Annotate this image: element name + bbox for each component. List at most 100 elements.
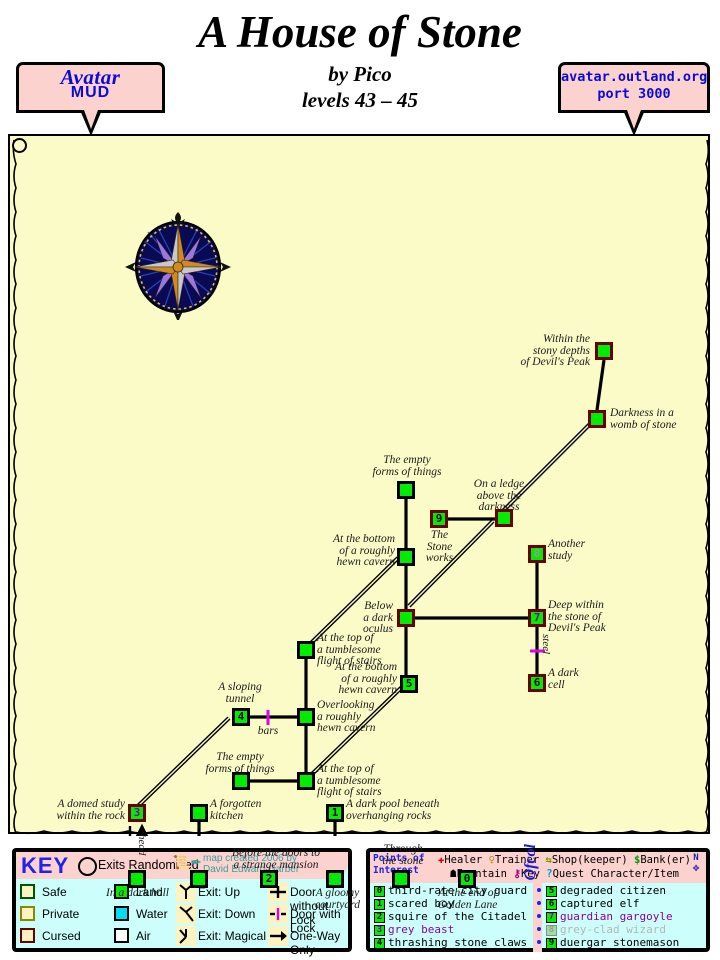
key-swatch-water bbox=[114, 906, 129, 921]
room-node-n_empty_forms_upper[interactable] bbox=[397, 481, 415, 499]
exit-magical-icon bbox=[176, 926, 196, 946]
poi-icon-row-1: ✚Healer ♀Trainer ⇆Shop(keeper) $Bank(er) bbox=[438, 854, 691, 866]
exits-randomized-marker-icon bbox=[12, 138, 27, 153]
room-label-n_dark_pool: A dark pool beneath overhanging rocks bbox=[346, 798, 440, 822]
room-node-number: 4 bbox=[237, 710, 245, 723]
avatar-mud-banner: Avatar MUD bbox=[16, 62, 165, 136]
key-swatch-air bbox=[114, 928, 129, 943]
room-label-n_bottom_roughly_upper: At the bottom of a roughly hewn cavern bbox=[333, 533, 395, 568]
room-label-n_overlooking: Overlooking a roughly hewn cavern bbox=[317, 699, 376, 734]
room-label-n_gloomy_courtyard: A gloomy courtyard bbox=[315, 887, 360, 911]
poi-right-column: 5 degraded citizen 6 captured elf 7 guardian … bbox=[546, 884, 702, 949]
compass-rose-icon bbox=[125, 212, 231, 320]
poi-text-4: thrashing stone claws bbox=[388, 936, 528, 949]
room-node-n_deep_within[interactable]: 7 bbox=[528, 609, 546, 627]
poi-badge-2: 2 bbox=[374, 911, 385, 923]
server-address-banner: avatar.outland.org port 3000 bbox=[558, 62, 710, 136]
room-label-n_bottom_roughly_lower: At the bottom of a roughly hewn cavern bbox=[335, 661, 397, 696]
poi-badge-4: 4 bbox=[374, 937, 385, 949]
room-node-n_through_stone[interactable] bbox=[392, 870, 410, 888]
key-swatch-private bbox=[20, 906, 35, 921]
room-label-n_another_study: Another study bbox=[548, 538, 586, 562]
room-node-n_another_study[interactable]: 8 bbox=[528, 545, 546, 563]
room-label-n_dark_cell: A dark cell bbox=[548, 667, 579, 691]
room-node-n_golden_lane[interactable]: 0 bbox=[458, 870, 476, 888]
poi-text-8: grey-clad wizard bbox=[560, 923, 666, 936]
poi-entry-7: 7 guardian gargoyle bbox=[546, 910, 702, 923]
poi-entry-3: 3 grey beast bbox=[374, 923, 532, 936]
room-node-n_sloping_tunnel[interactable]: 4 bbox=[232, 708, 250, 726]
room-node-n_bottom_roughly_lower[interactable]: 5 bbox=[400, 675, 418, 693]
poi-text-2: squire of the Citadel bbox=[388, 910, 528, 923]
room-node-number: 7 bbox=[533, 611, 541, 624]
door-with-lock-icon bbox=[268, 904, 288, 924]
poi-entry-5: 5 degraded citizen bbox=[546, 884, 702, 897]
room-node-number: 1 bbox=[331, 806, 339, 819]
poi-icon-label-bank-er-: Bank(er) bbox=[640, 854, 691, 866]
page-title: A House of Stone bbox=[198, 7, 522, 57]
north-indicator-icon: N ✥ bbox=[692, 853, 700, 874]
room-node-n_2[interactable]: 2 bbox=[260, 870, 278, 888]
poi-entry-4: 4 thrashing stone claws bbox=[374, 936, 532, 949]
room-node-n_dark_hall[interactable] bbox=[128, 870, 146, 888]
poi-entry-9: 9 duergar stonemason bbox=[546, 936, 702, 949]
key-label-cursed: Cursed bbox=[42, 929, 81, 943]
room-node-n_forgotten_kitchen[interactable] bbox=[190, 804, 208, 822]
poi-icon-label-shop-keeper-: Shop(keeper) bbox=[551, 854, 635, 866]
poi-text-3: grey beast bbox=[388, 923, 455, 936]
key-label-exit-magical: Exit: Magical bbox=[198, 929, 267, 943]
exit-down-icon bbox=[176, 904, 196, 924]
room-label-n_through_stone: Through the stone bbox=[382, 843, 424, 867]
room-label-n_dark_oculus: Below a dark oculus bbox=[362, 600, 393, 635]
room-label-n_golden_lane: At the end of Golden Lane bbox=[437, 887, 498, 911]
room-node-number: 5 bbox=[405, 677, 413, 690]
room-label-n_ledge: On a ledge above the darkness bbox=[473, 478, 525, 513]
oneway-label-head: head bbox=[136, 834, 148, 856]
key-label-exit-down: Exit: Down bbox=[198, 907, 256, 921]
room-node-n_dark_cell[interactable]: 6 bbox=[528, 674, 546, 692]
room-node-n_top_tumblesome_upper[interactable] bbox=[297, 641, 315, 659]
room-label-n_top_tumblesome_lower: At the top of a tumblesome flight of sta… bbox=[317, 763, 382, 798]
poi-icon-row-2: ☗Fountain ⚷Key ?Quest Character/Item bbox=[450, 868, 679, 880]
room-label-n_doors_mansion: Before the doors to a strange mansion bbox=[231, 847, 321, 871]
room-node-number: 3 bbox=[133, 806, 141, 819]
room-node-n_stony_depths[interactable] bbox=[595, 342, 613, 360]
room-label-n_empty_forms_upper: The empty forms of things bbox=[372, 454, 442, 478]
room-node-n_gloomy_courtyard[interactable] bbox=[326, 870, 344, 888]
server-port: port 3000 bbox=[597, 85, 671, 102]
room-node-n_stone_works[interactable]: 9 bbox=[430, 510, 448, 528]
external-area-label-ofcol: Ofcol bbox=[522, 844, 539, 881]
poi-bullet-dot bbox=[537, 901, 541, 905]
map-canvas[interactable]: Within the stony depths of Devil's Peak D… bbox=[8, 134, 710, 910]
poi-badge-5: 5 bbox=[546, 885, 557, 897]
key-label-water: Water bbox=[136, 907, 168, 921]
room-node-number: 6 bbox=[533, 676, 541, 689]
poi-bullet-dot bbox=[537, 940, 541, 944]
poi-icon-label-quest-character-item: Quest Character/Item bbox=[552, 868, 679, 880]
poi-icon-key: ⚷ bbox=[513, 868, 521, 880]
room-label-n_empty_forms_lower: The empty forms of things bbox=[205, 751, 275, 775]
mud-word: MUD bbox=[70, 84, 111, 102]
room-node-n_domed_study[interactable]: 3 bbox=[128, 804, 146, 822]
room-label-n_womb: Darkness in a womb of stone bbox=[610, 407, 677, 431]
poi-text-7: guardian gargoyle bbox=[560, 910, 673, 923]
room-label-n_deep_within: Deep within the stone of Devil's Peak bbox=[548, 599, 606, 634]
poi-entry-2: 2 squire of the Citadel bbox=[374, 910, 532, 923]
poi-bullet-dot bbox=[537, 927, 541, 931]
room-node-n_dark_pool[interactable]: 1 bbox=[326, 804, 344, 822]
key-swatch-safe bbox=[20, 884, 35, 899]
room-node-n_overlooking[interactable] bbox=[297, 708, 315, 726]
room-node-number: 8 bbox=[533, 547, 541, 560]
room-label-n_stony_depths: Within the stony depths of Devil's Peak bbox=[520, 333, 590, 368]
key-swatch-cursed bbox=[20, 928, 35, 943]
poi-text-6: captured elf bbox=[560, 897, 640, 910]
room-label-n_dark_hall: In a dark hall bbox=[106, 887, 169, 899]
room-node-n_womb[interactable] bbox=[588, 410, 606, 428]
server-host: avatar.outland.org bbox=[561, 69, 708, 85]
poi-entry-6: 6 captured elf bbox=[546, 897, 702, 910]
poi-bullet-dot bbox=[537, 888, 541, 892]
poi-badge-9: 9 bbox=[546, 937, 557, 949]
room-node-number: 2 bbox=[265, 872, 273, 885]
room-node-n_doors_mansion[interactable] bbox=[190, 870, 208, 888]
room-node-n_dark_oculus[interactable] bbox=[397, 609, 415, 627]
